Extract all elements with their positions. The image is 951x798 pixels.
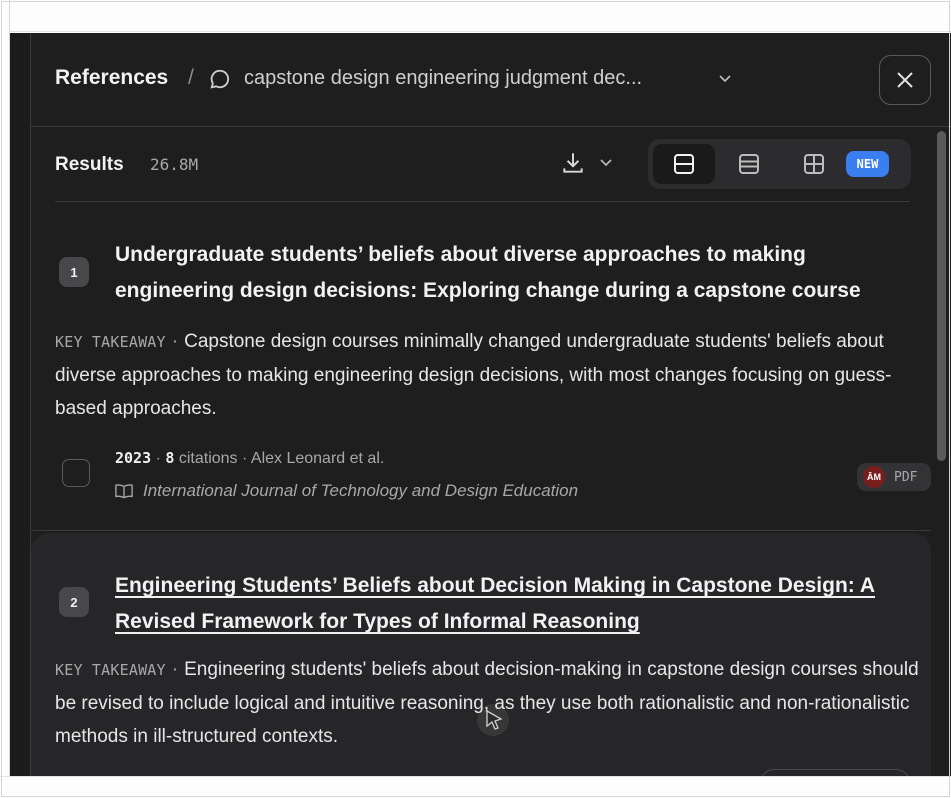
view-table-button[interactable] [785, 144, 843, 184]
result-title[interactable]: Undergraduate students’ beliefs about di… [115, 237, 921, 309]
takeaway-text: Capstone design courses minimally change… [55, 331, 892, 419]
result-title[interactable]: Engineering Students’ Beliefs about Deci… [115, 568, 921, 640]
new-badge: NEW [846, 151, 889, 177]
results-toolbar: Results 26.8M NEW [55, 128, 911, 202]
mouse-cursor-icon [477, 704, 509, 736]
key-takeaway-label: KEY TAKEAWAY [55, 333, 166, 351]
result-card[interactable]: 2 Engineering Students’ Beliefs about De… [31, 533, 931, 776]
result-card[interactable]: 1 Undergraduate students’ beliefs about … [31, 203, 931, 531]
result-takeaway: KEY TAKEAWAY · Capstone design courses min… [55, 325, 921, 425]
select-checkbox[interactable] [62, 459, 90, 487]
scrollbar[interactable] [937, 131, 946, 461]
close-button[interactable] [879, 55, 931, 105]
window-top-bar [0, 0, 951, 32]
key-takeaway-label: KEY TAKEAWAY [55, 661, 166, 679]
split-view-icon [674, 154, 694, 174]
result-index: 2 [59, 587, 89, 617]
download-icon [563, 153, 583, 173]
view-split-button[interactable] [653, 144, 715, 184]
close-icon [897, 72, 913, 88]
year: 2023 [115, 449, 152, 467]
citation-count: 8 [165, 449, 175, 467]
university-logo-icon: ĀM [863, 466, 885, 488]
chevron-down-icon [600, 159, 612, 167]
result-meta: 2023 · 8 citations · Alex Leonard et al. [115, 449, 384, 468]
partial-button[interactable] [760, 769, 910, 776]
separator-dot: · [242, 450, 251, 467]
chat-bubble-icon [210, 69, 230, 89]
references-panel: References / capstone design engineering… [10, 33, 951, 776]
separator-dot: · [155, 450, 166, 467]
journal-name[interactable]: International Journal of Technology and … [143, 481, 578, 501]
authors[interactable]: Alex Leonard et al. [251, 450, 384, 467]
citations-label: citations [178, 450, 238, 467]
breadcrumb-separator: / [188, 66, 194, 89]
panel-header: References / capstone design engineering… [31, 33, 951, 127]
breadcrumb-root[interactable]: References [55, 66, 168, 90]
journal-row: International Journal of Technology and … [115, 481, 578, 501]
window-bottom-bar [0, 776, 951, 798]
download-button[interactable] [560, 146, 620, 180]
results-count: 26.8M [150, 155, 199, 174]
window-left-edge [0, 0, 10, 798]
query-title[interactable]: capstone design engineering judgment dec… [244, 67, 642, 90]
view-mode-toggle: NEW [648, 139, 911, 189]
left-rail [10, 33, 31, 776]
pdf-label: PDF [894, 469, 918, 485]
list-view-icon [739, 154, 759, 174]
pdf-button[interactable]: ĀM PDF [857, 463, 931, 491]
book-open-icon [115, 484, 133, 499]
chevron-down-icon[interactable] [719, 75, 731, 83]
separator-dot: · [171, 659, 179, 680]
table-view-icon [804, 154, 824, 174]
result-index: 1 [59, 257, 89, 287]
results-label: Results [55, 154, 124, 175]
separator-dot: · [171, 331, 179, 352]
view-list-button[interactable] [718, 144, 780, 184]
